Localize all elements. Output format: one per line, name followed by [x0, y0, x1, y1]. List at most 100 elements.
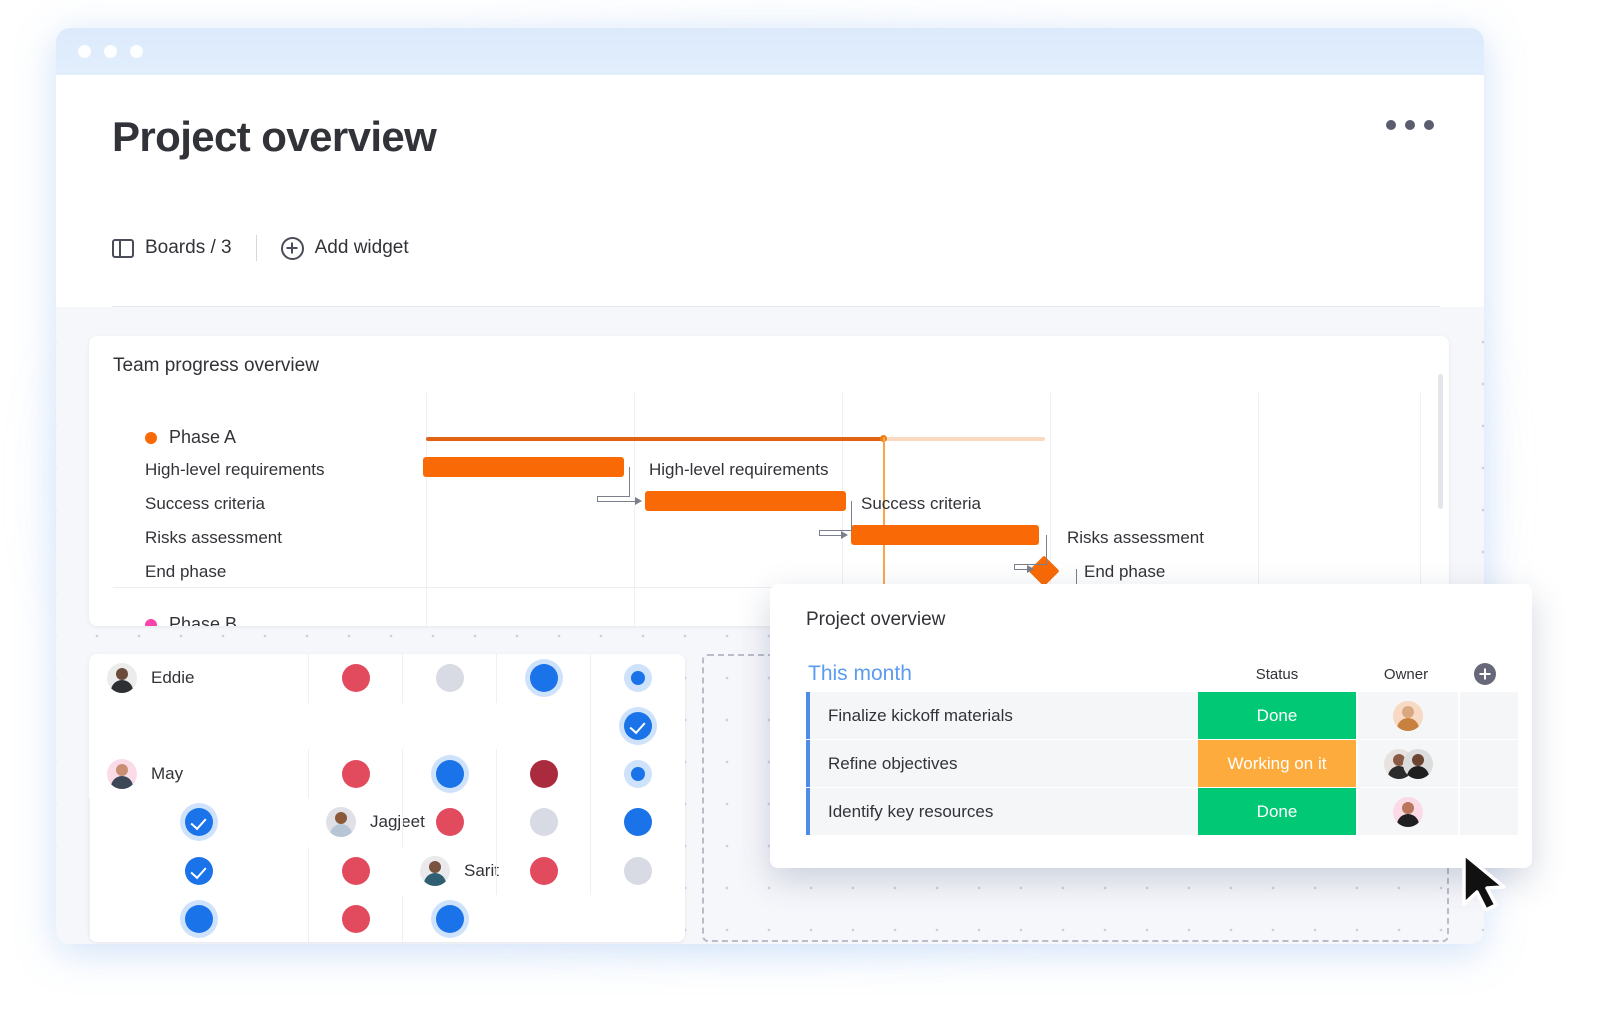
- gantt-task-label[interactable]: Success criteria: [145, 494, 265, 514]
- task-name[interactable]: Finalize kickoff materials: [810, 692, 1198, 739]
- status-cell[interactable]: [496, 797, 590, 847]
- status-indicator-red: [341, 856, 370, 885]
- gantt-task-label[interactable]: End phase: [145, 562, 226, 582]
- gantt-task-label[interactable]: Risks assessment: [145, 528, 282, 548]
- avatar: [420, 855, 450, 886]
- phase-label: Phase B: [169, 614, 238, 626]
- boards-label: Boards / 3: [145, 237, 232, 258]
- dragged-widget-card[interactable]: Project overview This month Status Owner…: [770, 584, 1532, 868]
- status-cell[interactable]: [308, 895, 402, 942]
- gantt-connector: [629, 467, 630, 497]
- avatar: [107, 663, 137, 694]
- table-row[interactable]: Sarit: [402, 847, 499, 896]
- task-name[interactable]: Identify key resources: [810, 788, 1198, 835]
- avatar: [1393, 796, 1423, 827]
- task-name[interactable]: Refine objectives: [810, 740, 1198, 787]
- gantt-phase-row[interactable]: Phase A: [145, 427, 236, 448]
- status-cell[interactable]: [308, 654, 402, 703]
- team-status-grid-widget[interactable]: Eddie May Jagjeet Sarit: [89, 654, 685, 942]
- empty-cell[interactable]: [1460, 740, 1518, 787]
- status-indicator-check: [624, 711, 652, 740]
- status-cell[interactable]: [402, 797, 496, 847]
- status-indicator-blue: [624, 808, 652, 837]
- status-badge[interactable]: Working on it: [1198, 740, 1356, 787]
- empty-cell[interactable]: [1460, 692, 1518, 739]
- maximize-button[interactable]: [130, 45, 143, 58]
- status-cell[interactable]: [496, 654, 590, 703]
- gantt-connector: [597, 501, 636, 502]
- page-header: Project overview Boards / 3 Add widget: [56, 75, 1484, 307]
- gantt-milestone-caption: End phase: [1084, 562, 1166, 581]
- member-name: May: [151, 763, 184, 783]
- gantt-summary-bar: [426, 437, 883, 441]
- status-indicator-empty: [435, 664, 464, 693]
- more-options-button[interactable]: [1386, 120, 1434, 130]
- gantt-task-label[interactable]: High-level requirements: [145, 460, 325, 480]
- window-titlebar: [56, 28, 1484, 75]
- status-cell[interactable]: [402, 895, 496, 942]
- status-cell[interactable]: [308, 846, 402, 896]
- kebab-dot: [1386, 120, 1396, 130]
- status-cell[interactable]: [89, 797, 308, 847]
- avatar: [326, 807, 356, 838]
- toolbar-divider: [255, 235, 257, 261]
- status-indicator-check: [185, 856, 213, 885]
- boards-button[interactable]: Boards / 3: [112, 237, 232, 259]
- member-name: Eddie: [151, 668, 195, 688]
- gantt-task-bar[interactable]: [645, 491, 846, 511]
- add-widget-button[interactable]: Add widget: [280, 236, 409, 260]
- gantt-bar-caption: High-level requirements: [649, 460, 829, 479]
- status-indicator-darkred: [529, 759, 558, 788]
- owner-cell[interactable]: [1358, 692, 1458, 739]
- status-cell[interactable]: [308, 749, 402, 798]
- gantt-connector: [597, 496, 630, 497]
- owner-cell[interactable]: [1358, 740, 1458, 787]
- status-indicator-red: [529, 856, 558, 885]
- status-cell[interactable]: [590, 702, 685, 750]
- table-row[interactable]: Refine objectives Working on it: [806, 740, 1532, 787]
- gantt-task-bar[interactable]: [851, 525, 1039, 545]
- gantt-widget-title: Team progress overview: [113, 355, 319, 376]
- table-row[interactable]: Identify key resources Done: [806, 788, 1532, 835]
- status-cell[interactable]: [590, 846, 685, 896]
- table-row[interactable]: Finalize kickoff materials Done: [806, 692, 1532, 739]
- gantt-widget[interactable]: Team progress overview Phase A High-leve…: [89, 336, 1449, 626]
- status-indicator-blue: [435, 904, 464, 933]
- gantt-task-bar[interactable]: [423, 457, 624, 477]
- avatar: [1402, 748, 1433, 779]
- status-cell[interactable]: [590, 797, 685, 847]
- gantt-gridline: [634, 393, 635, 626]
- column-header-owner: Owner: [1383, 665, 1429, 683]
- gantt-summary-bar-future: [883, 437, 1045, 441]
- minimize-button[interactable]: [104, 45, 117, 58]
- gantt-gridline: [426, 393, 427, 626]
- status-cell[interactable]: [590, 749, 685, 798]
- status-badge[interactable]: Done: [1198, 692, 1356, 739]
- gantt-bar-caption: Risks assessment: [1067, 528, 1204, 547]
- status-cell[interactable]: [89, 846, 308, 896]
- add-column-button[interactable]: [1474, 663, 1496, 685]
- table-row[interactable]: Eddie: [89, 654, 308, 703]
- empty-cell[interactable]: [1460, 788, 1518, 835]
- table-row[interactable]: May: [89, 749, 308, 798]
- table-row[interactable]: Jagjeet: [308, 798, 425, 847]
- gantt-connector-arrow: [635, 497, 642, 505]
- owner-cell[interactable]: [1358, 788, 1458, 835]
- header-toolbar: Boards / 3 Add widget: [112, 235, 409, 261]
- status-cell[interactable]: [496, 749, 590, 798]
- status-cell[interactable]: [590, 654, 685, 703]
- gantt-phase-row[interactable]: Phase B: [145, 614, 237, 626]
- status-cell[interactable]: [496, 846, 590, 896]
- avatar: [107, 758, 137, 789]
- avatar-group: [1383, 748, 1433, 779]
- status-cell[interactable]: [402, 654, 496, 703]
- column-header-status: Status: [1255, 665, 1299, 683]
- status-indicator-check: [185, 808, 213, 837]
- kebab-dot: [1424, 120, 1434, 130]
- status-cell[interactable]: [89, 895, 308, 942]
- status-cell[interactable]: [402, 749, 496, 798]
- status-indicator-red: [435, 808, 464, 837]
- status-badge[interactable]: Done: [1198, 788, 1356, 835]
- gantt-bar-caption: Success criteria: [861, 494, 981, 513]
- close-button[interactable]: [78, 45, 91, 58]
